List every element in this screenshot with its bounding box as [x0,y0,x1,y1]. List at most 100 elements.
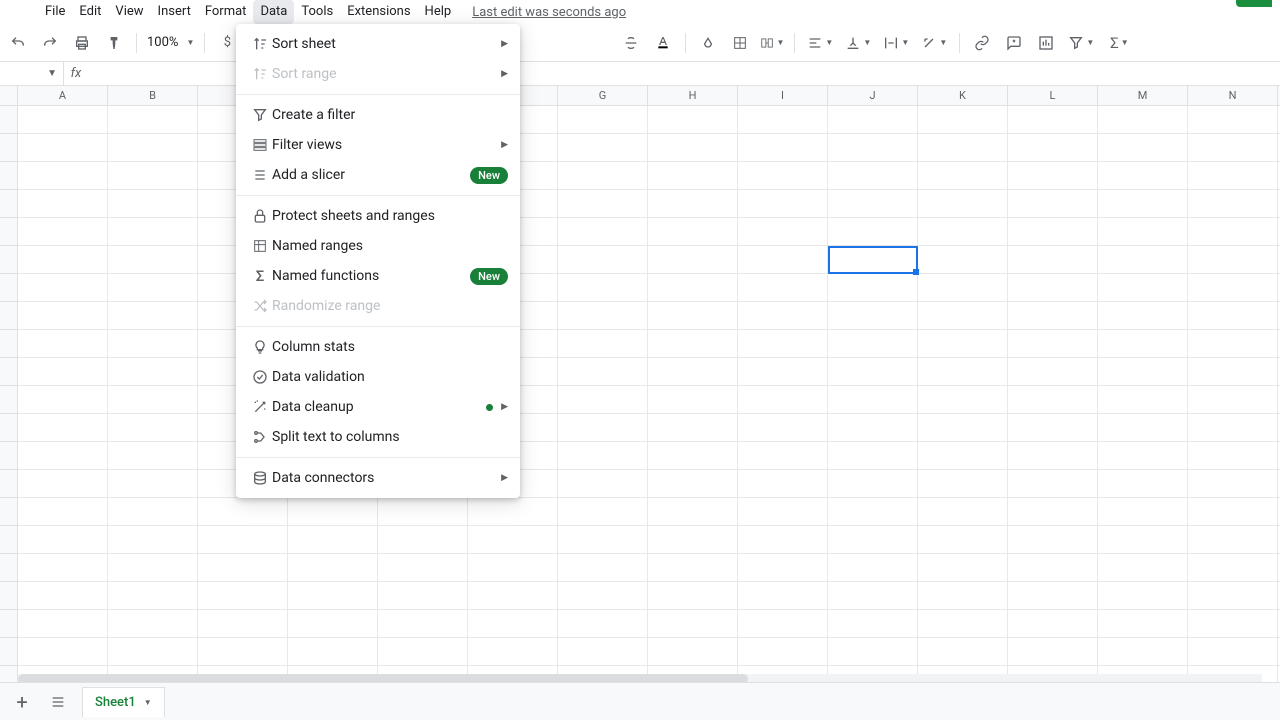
row-header[interactable] [0,526,18,554]
wand-icon [248,399,272,415]
print-icon[interactable] [70,31,94,55]
column-header[interactable]: N [1188,86,1278,105]
menu-bar: FileEditViewInsertFormatDataToolsExtensi… [0,0,1280,24]
menu-item-label: Column stats [272,339,508,355]
row-header[interactable] [0,610,18,638]
select-all-corner[interactable] [0,86,18,106]
menu-item-named-ranges[interactable]: Named ranges [236,231,520,261]
row-header[interactable] [0,302,18,330]
menu-item-column-stats[interactable]: Column stats [236,332,520,362]
horizontal-align-icon[interactable]: ▼ [805,31,835,55]
row-header[interactable] [0,582,18,610]
notification-dot [486,404,493,411]
menu-tools[interactable]: Tools [294,0,340,24]
name-box[interactable]: ▼ [0,62,64,86]
menu-item-protect-sheets-and-ranges[interactable]: Protect sheets and ranges [236,201,520,231]
row-header[interactable] [0,330,18,358]
strikethrough-icon[interactable] [619,31,643,55]
menu-item-sort-range: Sort range▶ [236,59,520,89]
column-header[interactable]: G [558,86,648,105]
shuffle-icon [248,298,272,314]
paint-format-icon[interactable] [102,31,126,55]
menu-item-filter-views[interactable]: Filter views▶ [236,130,520,160]
check-circle-icon [248,369,272,385]
selected-cell[interactable] [828,246,918,274]
column-header[interactable]: L [1008,86,1098,105]
merge-cells-icon[interactable]: ▼ [760,31,784,55]
row-header[interactable] [0,554,18,582]
row-header[interactable] [0,106,18,134]
row-header[interactable] [0,162,18,190]
range-icon [248,238,272,254]
filter-icon [248,107,272,123]
menu-item-label: Named ranges [272,238,508,254]
menu-item-label: Data validation [272,369,508,385]
menu-item-data-connectors[interactable]: Data connectors▶ [236,463,520,493]
menu-extensions[interactable]: Extensions [340,0,417,24]
column-header[interactable]: I [738,86,828,105]
filter-toolbar-icon[interactable]: ▼ [1066,31,1096,55]
row-header[interactable] [0,386,18,414]
submenu-arrow-icon: ▶ [501,473,508,483]
menu-file[interactable]: File [38,0,72,24]
menu-format[interactable]: Format [198,0,254,24]
spreadsheet-grid[interactable]: ABCDEFGHIJKLMN [0,86,1280,694]
sheet-tab[interactable]: Sheet1▼ [82,687,165,717]
menu-view[interactable]: View [108,0,150,24]
fill-color-icon[interactable] [696,31,720,55]
text-color-icon[interactable] [651,31,675,55]
menu-item-sort-sheet[interactable]: Sort sheet▶ [236,29,520,59]
menu-data[interactable]: Data [253,0,294,24]
column-header[interactable]: A [18,86,108,105]
insert-link-icon[interactable] [970,31,994,55]
menu-item-label: Protect sheets and ranges [272,208,508,224]
data-menu-dropdown: Sort sheet▶Sort range▶Create a filterFil… [236,24,520,498]
toolbar: 100%▼ $ % .0 ▼ ▼ ▼ ▼ ▼ ▼ Σ▼ [0,24,1280,62]
row-header[interactable] [0,218,18,246]
row-header[interactable] [0,638,18,666]
column-header[interactable]: J [828,86,918,105]
formula-bar: ▼ fx [0,62,1280,86]
text-rotation-icon[interactable]: ▼ [919,31,949,55]
row-header[interactable] [0,414,18,442]
menu-item-named-functions[interactable]: ΣNamed functionsNew [236,261,520,291]
menu-item-label: Filter views [272,137,501,153]
column-header[interactable]: H [648,86,738,105]
row-header[interactable] [0,470,18,498]
share-button[interactable] [1236,0,1272,7]
menu-insert[interactable]: Insert [151,0,198,24]
menu-item-label: Add a slicer [272,167,470,183]
vertical-align-icon[interactable]: ▼ [843,31,873,55]
text-wrap-icon[interactable]: ▼ [881,31,911,55]
menu-item-add-a-slicer[interactable]: Add a slicerNew [236,160,520,190]
menu-item-split-text-to-columns[interactable]: Split text to columns [236,422,520,452]
row-header[interactable] [0,498,18,526]
column-header[interactable]: K [918,86,1008,105]
column-header[interactable]: B [108,86,198,105]
last-edit-link[interactable]: Last edit was seconds ago [472,5,626,20]
row-header[interactable] [0,442,18,470]
submenu-arrow-icon: ▶ [501,39,508,49]
insert-chart-icon[interactable] [1034,31,1058,55]
sheet-tab-bar: + Sheet1▼ [0,682,1280,720]
borders-icon[interactable] [728,31,752,55]
row-header[interactable] [0,274,18,302]
column-header[interactable]: M [1098,86,1188,105]
functions-icon[interactable]: Σ▼ [1104,31,1134,55]
add-sheet-button[interactable]: + [10,690,34,714]
insert-comment-icon[interactable] [1002,31,1026,55]
menu-item-label: Sort range [272,66,501,82]
menu-help[interactable]: Help [418,0,459,24]
menu-item-data-validation[interactable]: Data validation [236,362,520,392]
zoom-selector[interactable]: 100%▼ [147,35,194,50]
menu-item-create-a-filter[interactable]: Create a filter [236,100,520,130]
all-sheets-button[interactable] [46,690,70,714]
menu-item-data-cleanup[interactable]: Data cleanup▶ [236,392,520,422]
row-header[interactable] [0,358,18,386]
row-header[interactable] [0,246,18,274]
menu-edit[interactable]: Edit [72,0,108,24]
row-header[interactable] [0,190,18,218]
redo-icon[interactable] [38,31,62,55]
row-header[interactable] [0,134,18,162]
undo-icon[interactable] [6,31,30,55]
